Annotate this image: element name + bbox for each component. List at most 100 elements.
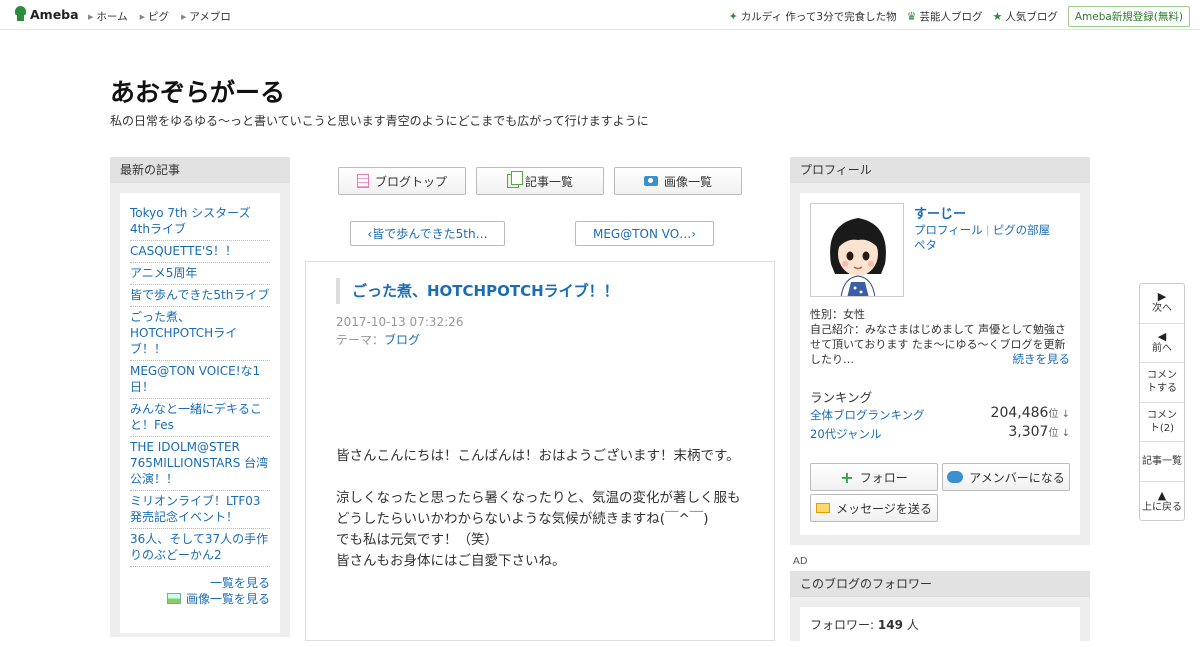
ranking-row-overall: 全体ブログランキング 204,486位 ↓ — [810, 405, 1070, 423]
triangle-left-icon: ◀ — [1157, 329, 1167, 343]
pigg-room-link[interactable]: ピグの部屋 — [993, 223, 1051, 237]
star-icon: ★ — [992, 10, 1003, 23]
nav-home[interactable]: ▶ ホーム — [88, 9, 128, 24]
signup-button[interactable]: Ameba新規登録(無料) — [1067, 6, 1190, 27]
profile-body: すーじー プロフィール | ピグの部屋 ペタ 性別：女性 自己紹介：みなさまはじめま… — [800, 193, 1080, 535]
latest-more-links: 一覧を見る 画像一覧を見る — [130, 575, 270, 607]
article-paragraph: 皆さんもお身体にはご自愛下さいね。 — [336, 553, 566, 569]
ameba-logo-icon — [14, 6, 27, 22]
see-images-link[interactable]: 画像一覧を見る — [186, 592, 270, 606]
follow-button[interactable]: + フォロー — [810, 463, 938, 491]
triangle-up-icon: ▲ — [1157, 488, 1167, 502]
float-prev-button[interactable]: ◀ 前へ — [1140, 324, 1184, 364]
triangle-right-icon: ▶ — [139, 13, 145, 21]
global-header: Ameba ▶ ホーム ▶ ピグ ▶ アメブロ ✦ カルディ 作って3分で完食した物 ♛… — [0, 0, 1200, 30]
nav-pigg[interactable]: ▶ ピグ — [140, 9, 169, 24]
read-more-link[interactable]: 続きを見る — [1013, 351, 1071, 367]
camera-icon — [643, 176, 658, 186]
see-all-link[interactable]: 一覧を見る — [210, 576, 270, 590]
article-link[interactable]: Tokyo 7th シスターズ4thライブ — [130, 206, 251, 236]
prev-article-button[interactable]: ‹ 皆で歩んできた5th… — [350, 221, 505, 246]
popular-blog-link[interactable]: ★ 人気ブログ — [992, 9, 1057, 24]
blog-tabs: ブログトップ 記事一覧 画像一覧 — [338, 167, 742, 195]
list-item: アニメ5周年 — [130, 263, 270, 285]
followers-body: フォロワー: 149 人 — [800, 607, 1080, 647]
plus-icon: + — [840, 467, 854, 487]
article-paragraph: 涼しくなったと思ったら暑くなったりと、気温の変化が著しく服もどうしたらいいかわか… — [336, 490, 741, 527]
profile-link[interactable]: プロフィール — [914, 223, 983, 237]
float-top-button[interactable]: ▲ 上に戻る — [1140, 482, 1184, 522]
article-link[interactable]: CASQUETTE'S！！ — [130, 244, 237, 258]
list-item: ミリオンライブ！LTF03発売記念イベント！ — [130, 491, 270, 529]
notebook-icon — [356, 174, 369, 188]
followers-heading: このブログのフォロワー — [790, 571, 1090, 597]
followers-panel: このブログのフォロワー フォロワー: 149 人 — [790, 571, 1090, 647]
profile-username[interactable]: すーじー — [914, 203, 966, 222]
next-article-button[interactable]: MEG@TON VO… › — [575, 221, 714, 246]
avatar[interactable] — [810, 203, 904, 297]
profile-links: プロフィール | ピグの部屋 ペタ — [914, 223, 1064, 253]
article-link[interactable]: ごった煮、HOTCHPOTCHライブ！！ — [130, 310, 237, 356]
article-theme: テーマ：ブログ — [336, 333, 421, 347]
separator: | — [985, 223, 990, 237]
ranking-genre-value: 3,307位 ↓ — [1008, 424, 1070, 440]
article-link[interactable]: 皆で歩んできた5thライブ — [130, 288, 269, 302]
tab-article-list[interactable]: 記事一覧 — [476, 167, 604, 195]
peta-link[interactable]: ペタ — [914, 238, 937, 252]
article-paragraph: でも私は元気です！（笑） — [336, 532, 498, 548]
article-link[interactable]: THE IDOLM@STER 765MILLIONSTARS 台湾公演！！ — [130, 440, 268, 486]
ranking-overall-link[interactable]: 全体ブログランキング — [810, 408, 925, 422]
article-link[interactable]: ミリオンライブ！LTF03発売記念イベント！ — [130, 494, 261, 524]
article-link[interactable]: みんなと一緒にデキること！Fes — [130, 402, 262, 432]
tab-blog-top[interactable]: ブログトップ — [338, 167, 466, 195]
ranking-row-genre: 20代ジャンル 3,307位 ↓ — [810, 424, 1070, 442]
triangle-right-icon: ▶ — [1157, 290, 1167, 304]
floating-nav: ▶ 次へ ◀ 前へ コメントする コメント(2) 記事一覧 ▲ 上に戻る — [1139, 283, 1185, 521]
tab-image-list[interactable]: 画像一覧 — [614, 167, 742, 195]
article-link[interactable]: 36人、そして37人の手作りのぶどーかん2 — [130, 532, 268, 562]
send-message-button[interactable]: メッセージを送る — [810, 494, 938, 522]
ranking-heading: ランキング — [810, 390, 873, 405]
article-paragraph: 皆さんこんにちは！こんばんは！おはようございます！末柄です。 — [336, 448, 740, 464]
avatar-illustration — [811, 204, 903, 296]
list-item: Tokyo 7th シスターズ4thライブ — [130, 203, 270, 241]
trend-link[interactable]: ✦ カルディ 作って3分で完食した物 — [729, 9, 897, 24]
article-link[interactable]: MEG@TON VOICE!な1日！ — [130, 364, 260, 394]
list-item: 36人、そして37人の手作りのぶどーかん2 — [130, 529, 270, 567]
triangle-right-icon: ▶ — [88, 13, 94, 21]
list-item: CASQUETTE'S！！ — [130, 241, 270, 263]
article-body: 皆さんこんにちは！こんばんは！おはようございます！末柄です。 涼しくなったと思っ… — [336, 446, 746, 572]
image-list-icon — [166, 593, 181, 604]
latest-articles-body: Tokyo 7th シスターズ4thライブ CASQUETTE'S！！ アニメ5… — [120, 193, 280, 633]
triangle-right-icon: ▶ — [180, 13, 187, 21]
documents-icon — [506, 171, 523, 188]
list-item: ごった煮、HOTCHPOTCHライブ！！ — [130, 307, 270, 361]
speech-bubble-icon — [947, 471, 964, 483]
ameba-logo[interactable]: Ameba — [14, 6, 79, 22]
article-date: 2017-10-13 07:32:26 — [336, 315, 464, 329]
article-link[interactable]: アニメ5周年 — [130, 266, 197, 280]
latest-articles-panel: 最新の記事 Tokyo 7th シスターズ4thライブ CASQUETTE'S！… — [110, 157, 290, 637]
blog-title[interactable]: あおぞらがーる — [110, 73, 285, 109]
float-article-list-button[interactable]: 記事一覧 — [1140, 442, 1184, 482]
header-links: ✦ カルディ 作って3分で完食した物 ♛ 芸能人ブログ ★ 人気ブログ Ameba新規… — [729, 6, 1190, 27]
mail-icon — [816, 503, 831, 513]
float-comment-button[interactable]: コメントする — [1140, 363, 1184, 403]
theme-link[interactable]: ブログ — [384, 333, 420, 347]
latest-articles-heading: 最新の記事 — [110, 157, 290, 183]
profile-gender: 性別：女性 — [810, 308, 865, 321]
list-item: MEG@TON VOICE!な1日！ — [130, 361, 270, 399]
list-item: みんなと一緒にデキること！Fes — [130, 399, 270, 437]
ranking-genre-link[interactable]: 20代ジャンル — [810, 427, 882, 441]
article-title[interactable]: ごった煮、HOTCHPOTCHライブ！！ — [336, 278, 619, 304]
crown-icon: ♛ — [906, 10, 917, 23]
nav-ameblo[interactable]: ▶ アメブロ — [181, 9, 231, 24]
latest-articles-list: Tokyo 7th シスターズ4thライブ CASQUETTE'S！！ アニメ5… — [130, 203, 270, 567]
celebrity-blog-link[interactable]: ♛ 芸能人ブログ — [907, 9, 983, 24]
amember-button[interactable]: アメンバーになる — [942, 463, 1070, 491]
float-next-button[interactable]: ▶ 次へ — [1140, 284, 1184, 324]
list-item: 皆で歩んできた5thライブ — [130, 285, 270, 307]
profile-heading: プロフィール — [790, 157, 1090, 183]
float-comment-count-button[interactable]: コメント(2) — [1140, 403, 1184, 443]
sparkle-icon: ✦ — [728, 10, 738, 23]
